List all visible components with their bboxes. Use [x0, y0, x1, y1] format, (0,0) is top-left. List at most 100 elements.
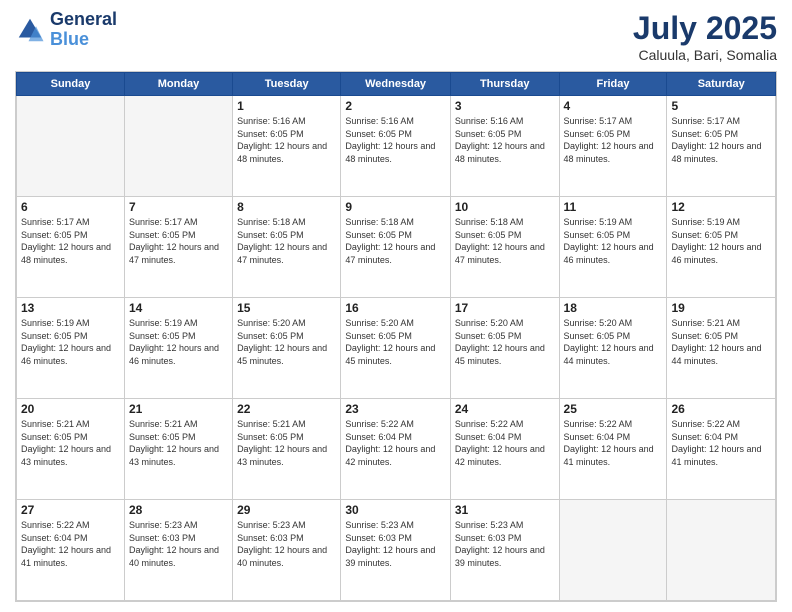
logo-text: General Blue	[50, 10, 117, 50]
day-number: 2	[345, 99, 446, 113]
cal-cell-4-6	[667, 500, 776, 601]
cal-cell-1-5: 11 Sunrise: 5:19 AM Sunset: 6:05 PM Dayli…	[559, 197, 667, 298]
cal-cell-2-2: 15 Sunrise: 5:20 AM Sunset: 6:05 PM Dayli…	[233, 298, 341, 399]
day-number: 6	[21, 200, 120, 214]
cell-info: Sunrise: 5:22 AM Sunset: 6:04 PM Dayligh…	[564, 418, 663, 468]
header-thursday: Thursday	[450, 73, 559, 96]
day-number: 16	[345, 301, 446, 315]
calendar-table: Sunday Monday Tuesday Wednesday Thursday…	[16, 72, 776, 601]
cell-info: Sunrise: 5:16 AM Sunset: 6:05 PM Dayligh…	[237, 115, 336, 165]
cal-cell-2-0: 13 Sunrise: 5:19 AM Sunset: 6:05 PM Dayli…	[17, 298, 125, 399]
cal-cell-3-0: 20 Sunrise: 5:21 AM Sunset: 6:05 PM Dayli…	[17, 399, 125, 500]
day-number: 12	[671, 200, 771, 214]
day-number: 31	[455, 503, 555, 517]
cell-info: Sunrise: 5:21 AM Sunset: 6:05 PM Dayligh…	[671, 317, 771, 367]
cal-cell-4-0: 27Sunrise: 5:22 AM Sunset: 6:04 PM Dayli…	[17, 500, 125, 601]
cell-info: Sunrise: 5:16 AM Sunset: 6:05 PM Dayligh…	[345, 115, 446, 165]
cell-info: Sunrise: 5:18 AM Sunset: 6:05 PM Dayligh…	[237, 216, 336, 266]
cell-info: Sunrise: 5:18 AM Sunset: 6:05 PM Dayligh…	[345, 216, 446, 266]
cal-cell-0-1	[124, 96, 232, 197]
cell-info: Sunrise: 5:17 AM Sunset: 6:05 PM Dayligh…	[564, 115, 663, 165]
cal-cell-4-3: 30Sunrise: 5:23 AM Sunset: 6:03 PM Dayli…	[341, 500, 451, 601]
day-number: 3	[455, 99, 555, 113]
logo-line1: General	[50, 10, 117, 30]
cal-cell-4-5	[559, 500, 667, 601]
day-number: 24	[455, 402, 555, 416]
cell-info: Sunrise: 5:19 AM Sunset: 6:05 PM Dayligh…	[564, 216, 663, 266]
day-number: 29	[237, 503, 336, 517]
cal-cell-4-1: 28 Sunrise: 5:23 AM Sunset: 6:03 PM Dayli…	[124, 500, 232, 601]
cal-cell-3-4: 24 Sunrise: 5:22 AM Sunset: 6:04 PM Dayli…	[450, 399, 559, 500]
header-sunday: Sunday	[17, 73, 125, 96]
cal-cell-3-3: 23Sunrise: 5:22 AM Sunset: 6:04 PM Dayli…	[341, 399, 451, 500]
cell-info: Sunrise: 5:19 AM Sunset: 6:05 PM Dayligh…	[671, 216, 771, 266]
page: General Blue July 2025 Caluula, Bari, So…	[0, 0, 792, 612]
day-number: 21	[129, 402, 228, 416]
day-number: 1	[237, 99, 336, 113]
day-number: 28	[129, 503, 228, 517]
day-number: 8	[237, 200, 336, 214]
cell-info: Sunrise: 5:21 AM Sunset: 6:05 PM Dayligh…	[21, 418, 120, 468]
day-number: 22	[237, 402, 336, 416]
header-tuesday: Tuesday	[233, 73, 341, 96]
cal-cell-1-0: 6 Sunrise: 5:17 AM Sunset: 6:05 PM Daylig…	[17, 197, 125, 298]
day-number: 20	[21, 402, 120, 416]
cal-cell-0-4: 3 Sunrise: 5:16 AM Sunset: 6:05 PM Daylig…	[450, 96, 559, 197]
cell-info: Sunrise: 5:19 AM Sunset: 6:05 PM Dayligh…	[129, 317, 228, 367]
cell-info: Sunrise: 5:21 AM Sunset: 6:05 PM Dayligh…	[237, 418, 336, 468]
header-monday: Monday	[124, 73, 232, 96]
cal-cell-1-6: 12 Sunrise: 5:19 AM Sunset: 6:05 PM Dayli…	[667, 197, 776, 298]
cell-info: Sunrise: 5:20 AM Sunset: 6:05 PM Dayligh…	[237, 317, 336, 367]
week-row-3: 13 Sunrise: 5:19 AM Sunset: 6:05 PM Dayli…	[17, 298, 776, 399]
cal-cell-2-4: 17 Sunrise: 5:20 AM Sunset: 6:05 PM Dayli…	[450, 298, 559, 399]
cal-cell-2-5: 18 Sunrise: 5:20 AM Sunset: 6:05 PM Dayli…	[559, 298, 667, 399]
day-number: 26	[671, 402, 771, 416]
cell-info: Sunrise: 5:19 AM Sunset: 6:05 PM Dayligh…	[21, 317, 120, 367]
day-number: 17	[455, 301, 555, 315]
header-friday: Friday	[559, 73, 667, 96]
cell-info: Sunrise: 5:22 AM Sunset: 6:04 PM Dayligh…	[671, 418, 771, 468]
week-row-2: 6 Sunrise: 5:17 AM Sunset: 6:05 PM Daylig…	[17, 197, 776, 298]
day-number: 15	[237, 301, 336, 315]
logo-line2: Blue	[50, 29, 89, 49]
day-number: 25	[564, 402, 663, 416]
cell-info: Sunrise: 5:16 AM Sunset: 6:05 PM Dayligh…	[455, 115, 555, 165]
cal-cell-1-2: 8 Sunrise: 5:18 AM Sunset: 6:05 PM Daylig…	[233, 197, 341, 298]
cal-cell-2-3: 16 Sunrise: 5:20 AM Sunset: 6:05 PM Dayli…	[341, 298, 451, 399]
logo-icon	[15, 15, 45, 45]
title-area: July 2025 Caluula, Bari, Somalia	[633, 10, 777, 63]
cell-info: Sunrise: 5:20 AM Sunset: 6:05 PM Dayligh…	[564, 317, 663, 367]
cell-info: Sunrise: 5:21 AM Sunset: 6:05 PM Dayligh…	[129, 418, 228, 468]
cell-info: Sunrise: 5:22 AM Sunset: 6:04 PM Dayligh…	[455, 418, 555, 468]
day-number: 5	[671, 99, 771, 113]
header-saturday: Saturday	[667, 73, 776, 96]
cal-cell-2-6: 19 Sunrise: 5:21 AM Sunset: 6:05 PM Dayli…	[667, 298, 776, 399]
cell-info: Sunrise: 5:20 AM Sunset: 6:05 PM Dayligh…	[455, 317, 555, 367]
week-row-4: 20 Sunrise: 5:21 AM Sunset: 6:05 PM Dayli…	[17, 399, 776, 500]
cal-cell-3-2: 22 Sunrise: 5:21 AM Sunset: 6:05 PM Dayli…	[233, 399, 341, 500]
calendar: Sunday Monday Tuesday Wednesday Thursday…	[15, 71, 777, 602]
day-number: 18	[564, 301, 663, 315]
day-number: 11	[564, 200, 663, 214]
day-number: 19	[671, 301, 771, 315]
day-number: 13	[21, 301, 120, 315]
header-row: Sunday Monday Tuesday Wednesday Thursday…	[17, 73, 776, 96]
cell-info: Sunrise: 5:17 AM Sunset: 6:05 PM Dayligh…	[21, 216, 120, 266]
header: General Blue July 2025 Caluula, Bari, So…	[15, 10, 777, 63]
day-number: 27	[21, 503, 120, 517]
cal-cell-0-0	[17, 96, 125, 197]
cal-cell-3-5: 25 Sunrise: 5:22 AM Sunset: 6:04 PM Dayli…	[559, 399, 667, 500]
cell-info: Sunrise: 5:23 AM Sunset: 6:03 PM Dayligh…	[129, 519, 228, 569]
day-number: 23	[345, 402, 446, 416]
cal-cell-0-3: 2 Sunrise: 5:16 AM Sunset: 6:05 PM Daylig…	[341, 96, 451, 197]
day-number: 30	[345, 503, 446, 517]
cal-cell-0-5: 4Sunrise: 5:17 AM Sunset: 6:05 PM Daylig…	[559, 96, 667, 197]
cell-info: Sunrise: 5:23 AM Sunset: 6:03 PM Dayligh…	[455, 519, 555, 569]
week-row-1: 1 Sunrise: 5:16 AM Sunset: 6:05 PM Daylig…	[17, 96, 776, 197]
day-number: 7	[129, 200, 228, 214]
cal-cell-0-6: 5 Sunrise: 5:17 AM Sunset: 6:05 PM Daylig…	[667, 96, 776, 197]
cal-cell-0-2: 1 Sunrise: 5:16 AM Sunset: 6:05 PM Daylig…	[233, 96, 341, 197]
cell-info: Sunrise: 5:20 AM Sunset: 6:05 PM Dayligh…	[345, 317, 446, 367]
cal-cell-4-2: 29Sunrise: 5:23 AM Sunset: 6:03 PM Dayli…	[233, 500, 341, 601]
cell-info: Sunrise: 5:17 AM Sunset: 6:05 PM Dayligh…	[671, 115, 771, 165]
